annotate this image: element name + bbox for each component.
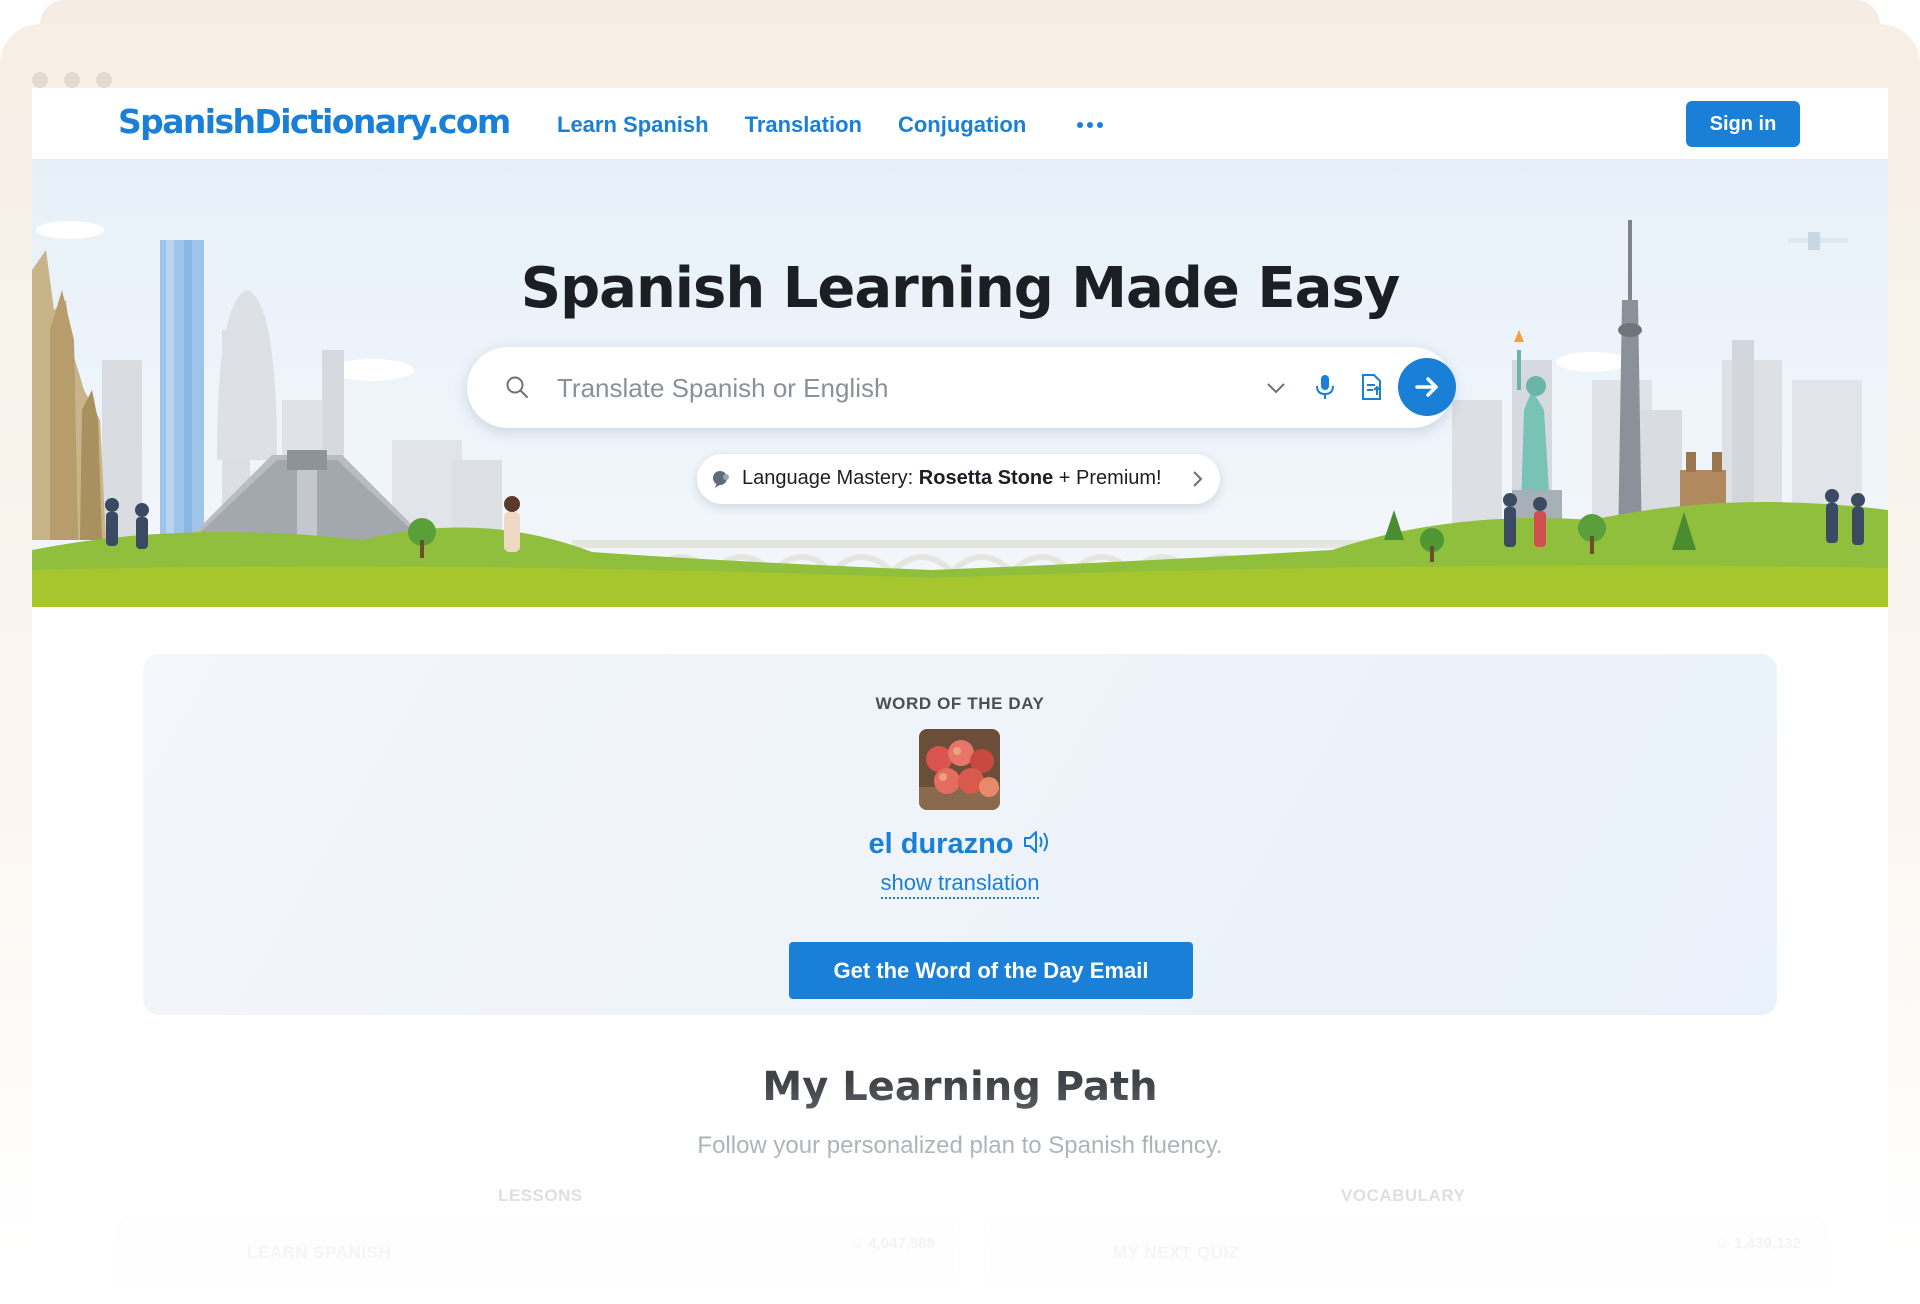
user-icon: ☺ — [848, 1235, 869, 1252]
main-nav: Learn Spanish Translation Conjugation — [557, 112, 1026, 138]
speaker-icon[interactable] — [1022, 828, 1052, 864]
chevron-down-icon[interactable] — [1265, 377, 1287, 404]
promo-text: Language Mastery: Rosetta Stone + Premiu… — [742, 467, 1162, 489]
window-controls — [32, 72, 112, 88]
close-dot[interactable] — [32, 72, 48, 88]
maximize-dot[interactable] — [96, 72, 112, 88]
hero-banner: Spanish Learning Made Easy Langu — [32, 160, 1888, 607]
arrow-right-icon — [1415, 377, 1438, 397]
show-translation-wrap: show translation — [143, 870, 1777, 899]
card-count: ☺ 1,439,132 — [1714, 1235, 1801, 1252]
nav-conjugation[interactable]: Conjugation — [898, 112, 1026, 138]
minimize-dot[interactable] — [64, 72, 80, 88]
lessons-label: LESSONS — [498, 1186, 583, 1205]
chevron-right-icon — [1191, 469, 1205, 495]
search-icon — [505, 375, 529, 404]
wotd-label: WORD OF THE DAY — [875, 694, 1045, 713]
vocabulary-label: VOCABULARY — [1341, 1186, 1466, 1205]
page-viewport: SpanishDictionary.com Learn Spanish Tran… — [32, 88, 1888, 1304]
word-of-the-day-card: WORD OF THE DAY el durazno show translat… — [143, 654, 1777, 1015]
top-navigation-bar: SpanishDictionary.com Learn Spanish Tran… — [32, 88, 1888, 160]
lessons-card[interactable]: LEARN SPANISH ☺ 4,047,588 — [118, 1218, 960, 1298]
vocabulary-card[interactable]: MY NEXT QUIZ ☺ 1,439,132 — [984, 1218, 1826, 1298]
learning-path-title: My Learning Path — [762, 1064, 1158, 1110]
user-icon: ☺ — [1714, 1235, 1735, 1252]
search-bar — [467, 347, 1456, 428]
more-icon[interactable] — [1077, 122, 1103, 128]
site-logo[interactable]: SpanishDictionary.com — [118, 102, 511, 141]
show-translation-link[interactable]: show translation — [880, 870, 1040, 899]
card-title: LEARN SPANISH — [247, 1243, 392, 1262]
sign-in-button[interactable]: Sign in — [1686, 101, 1800, 147]
learning-path-subtitle: Follow your personalized plan to Spanish… — [697, 1132, 1223, 1159]
card-count: ☺ 4,047,588 — [848, 1235, 935, 1252]
speech-bubble-icon — [711, 469, 731, 495]
hero-title: Spanish Learning Made Easy — [520, 256, 1401, 321]
wotd-word-line: el durazno — [143, 828, 1777, 864]
search-input[interactable] — [557, 367, 1197, 409]
wotd-word: el durazno — [868, 828, 1014, 860]
microphone-icon[interactable] — [1314, 374, 1336, 405]
promo-banner[interactable]: Language Mastery: Rosetta Stone + Premiu… — [697, 454, 1220, 504]
document-icon[interactable] — [1360, 373, 1384, 406]
translate-submit-button[interactable] — [1398, 358, 1456, 416]
card-title: MY NEXT QUIZ — [1113, 1243, 1240, 1262]
airplane-icon — [1788, 232, 1848, 250]
nav-learn-spanish[interactable]: Learn Spanish — [557, 112, 709, 138]
nav-translation[interactable]: Translation — [745, 112, 862, 138]
wotd-email-button[interactable]: Get the Word of the Day Email — [789, 942, 1193, 999]
wotd-image — [919, 729, 1000, 810]
